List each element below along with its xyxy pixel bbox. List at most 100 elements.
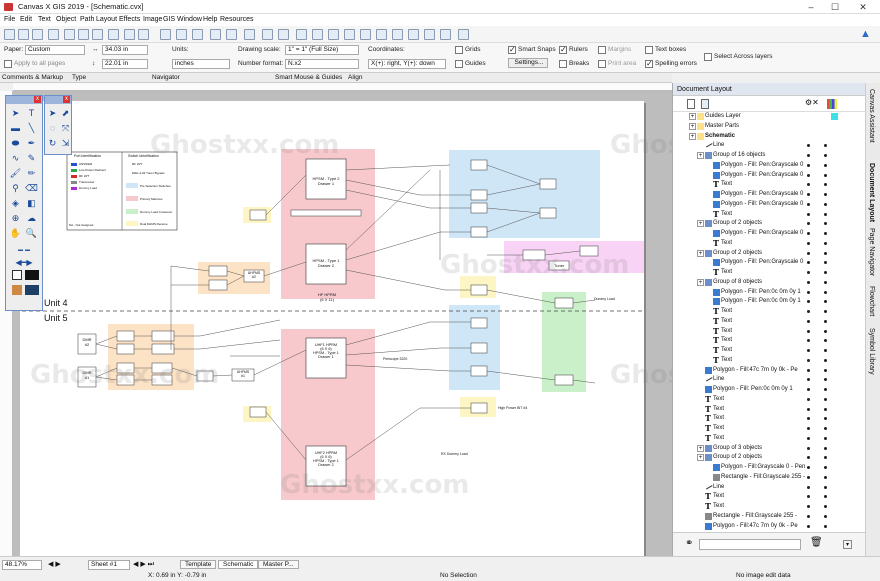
pen-tool-icon[interactable]: ✒ [25, 137, 38, 150]
layer-row[interactable]: Polygon - Fill:Grayscale 0 - Pen [673, 463, 858, 473]
visible-icon[interactable] [807, 505, 810, 508]
printable-icon[interactable] [824, 241, 827, 245]
printable-icon[interactable] [824, 144, 827, 148]
printable-icon[interactable] [824, 456, 827, 460]
layer-row[interactable]: + Group of 2 objects [673, 219, 858, 229]
printable-icon[interactable] [824, 524, 827, 528]
layer-row[interactable]: T Text [673, 395, 858, 405]
visible-icon[interactable] [807, 300, 810, 304]
layer-row[interactable]: T Text [673, 210, 858, 220]
visible-icon[interactable] [807, 436, 810, 440]
layer-row[interactable]: T Text [673, 492, 858, 502]
printable-icon[interactable] [824, 427, 827, 430]
node-select-icon[interactable]: ⬈ [59, 107, 72, 120]
line-tool-icon[interactable]: ╲ [25, 122, 38, 135]
lasso-icon[interactable]: ◌ [46, 122, 59, 135]
gradient-tool-icon[interactable]: ◧ [25, 197, 38, 210]
visible-icon[interactable] [807, 163, 810, 167]
zoom-tool-icon[interactable]: 🔍 [25, 227, 38, 240]
visible-icon[interactable] [807, 388, 810, 391]
fill-color-swatch[interactable] [25, 270, 39, 280]
printable-icon[interactable] [824, 202, 827, 206]
hand-tool-icon[interactable]: ✋ [9, 227, 22, 240]
visible-icon[interactable] [807, 427, 810, 430]
visible-icon[interactable] [807, 329, 810, 333]
expand-icon[interactable]: + [689, 132, 696, 140]
printable-icon[interactable] [824, 154, 827, 157]
printable-icon[interactable] [824, 222, 827, 226]
visible-icon[interactable] [807, 310, 810, 313]
printable-icon[interactable] [824, 358, 827, 362]
visible-icon[interactable] [807, 358, 810, 362]
layer-row[interactable]: T Text [673, 434, 858, 444]
close-icon[interactable]: x [34, 96, 41, 103]
layer-options-icon[interactable]: ⚙✕ [805, 98, 819, 107]
visible-icon[interactable] [807, 193, 810, 196]
layer-row[interactable]: Polygon - Fill:47c 7m 0y 0k - Pe [673, 522, 858, 532]
layer-row[interactable]: Line [673, 140, 858, 151]
expand-icon[interactable]: + [697, 444, 704, 452]
layer-row[interactable]: T Text [673, 356, 858, 366]
scale-tool-icon[interactable]: ⇲ [59, 137, 72, 150]
layer-row[interactable]: Polygon - Fill: Pen:Grayscale 0 [673, 200, 858, 210]
visible-icon[interactable] [807, 407, 810, 411]
arrow-style-icon[interactable]: ◀━▶ [9, 256, 39, 269]
visible-icon[interactable] [807, 261, 810, 265]
layer-row[interactable]: + Group of 2 objects [673, 453, 858, 463]
visible-icon[interactable] [807, 456, 810, 460]
layer-row[interactable]: Polygon - Fill: Pen:0c 0m 0y 1 [673, 385, 858, 395]
visible-icon[interactable] [807, 485, 810, 489]
brush-tool-icon[interactable]: 🖌 [9, 167, 22, 180]
minimize-button[interactable]: – [800, 0, 822, 14]
printable-icon[interactable] [824, 173, 827, 177]
layer-row[interactable]: + Group of 8 objects [673, 278, 858, 288]
pattern-swatch[interactable] [25, 285, 39, 295]
visible-icon[interactable] [807, 466, 810, 469]
printable-icon[interactable] [824, 407, 827, 411]
pencil-tool-icon[interactable]: ✏ [25, 167, 38, 180]
layer-row[interactable]: Rectangle - Fill:Grayscale 255 - [673, 473, 858, 483]
layer-row[interactable]: Line [673, 482, 858, 493]
visible-icon[interactable] [807, 417, 810, 421]
expand-icon[interactable]: + [689, 122, 696, 130]
page-nav-icon[interactable]: ◀ ▶ [48, 560, 61, 568]
layer-row[interactable]: T Text [673, 405, 858, 415]
printable-icon[interactable] [824, 349, 827, 352]
layer-row[interactable]: + Group of 16 objects [673, 151, 858, 161]
clone-tool-icon[interactable]: ⊕ [9, 212, 22, 225]
printable-icon[interactable] [824, 436, 827, 440]
layer-row[interactable]: + Schematic [673, 132, 858, 142]
stroke-color-swatch[interactable] [12, 270, 22, 280]
printable-icon[interactable] [824, 505, 827, 508]
visible-icon[interactable] [807, 280, 810, 284]
select-across-checkbox[interactable] [704, 53, 712, 61]
visible-icon[interactable] [807, 349, 810, 352]
visible-icon[interactable] [807, 290, 810, 294]
zoom-select[interactable]: 48.17% [2, 560, 42, 570]
expand-icon[interactable]: + [697, 220, 704, 228]
curve-tool-icon[interactable]: ∿ [9, 152, 22, 165]
layer-row[interactable]: T Text [673, 239, 858, 249]
chevron-down-icon[interactable]: ▾ [843, 540, 852, 549]
printable-icon[interactable] [824, 163, 827, 167]
ellipse-tool-icon[interactable]: ⬬ [9, 137, 22, 150]
expand-icon[interactable]: + [689, 113, 696, 120]
layer-row[interactable]: Rectangle - Fill:Grayscale 255 - [673, 512, 858, 522]
layer-row[interactable]: + Guides Layer [673, 112, 858, 122]
printable-icon[interactable] [824, 251, 827, 255]
printable-icon[interactable] [824, 485, 827, 489]
layer-row[interactable]: T Text [673, 317, 858, 327]
expand-icon[interactable]: + [697, 249, 704, 257]
layer-row[interactable]: Polygon - Fill: Pen:Grayscale 0 [673, 190, 858, 200]
layer-row[interactable]: T Text [673, 307, 858, 317]
close-button[interactable]: ✕ [852, 0, 874, 14]
layer-row[interactable]: T Text [673, 336, 858, 346]
text-tool-icon[interactable]: T [25, 107, 38, 120]
color-picker-icon[interactable] [12, 285, 22, 295]
layer-row[interactable]: Polygon - Fill: Pen:Grayscale 0 [673, 161, 858, 171]
tab-canvas-assistant[interactable]: Canvas Assistant [868, 89, 875, 143]
transform-icon[interactable]: ⤧ [59, 122, 72, 135]
visible-icon[interactable] [807, 212, 810, 216]
printable-icon[interactable] [824, 339, 827, 343]
duplicate-page-icon[interactable] [701, 99, 709, 109]
